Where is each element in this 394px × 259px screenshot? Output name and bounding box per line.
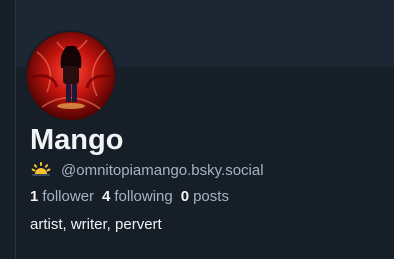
profile-header: Mango @omnitopiamango.bsky.social 1 foll…: [0, 0, 394, 259]
posts-count: 0: [180, 187, 190, 205]
profile-bio: artist, writer, pervert: [30, 216, 162, 233]
followers-count: 1: [30, 187, 39, 205]
avatar[interactable]: [25, 30, 117, 122]
following-count: 4: [102, 187, 111, 205]
handle-row: @omnitopiamango.bsky.social: [30, 159, 264, 181]
posts-stat: 0 posts: [181, 188, 229, 205]
display-name: Mango: [30, 124, 124, 156]
posts-label: posts: [193, 187, 229, 205]
followers-label: follower: [42, 187, 95, 205]
following-link[interactable]: 4 following: [102, 188, 173, 205]
sunrise-emoji-icon: [31, 162, 51, 176]
followers-link[interactable]: 1 follower: [30, 188, 94, 205]
following-label: following: [114, 187, 173, 205]
avatar-image: [27, 32, 115, 120]
handle[interactable]: @omnitopiamango.bsky.social: [61, 162, 264, 179]
profile-stats: 1 follower 4 following 0 posts: [30, 186, 237, 206]
